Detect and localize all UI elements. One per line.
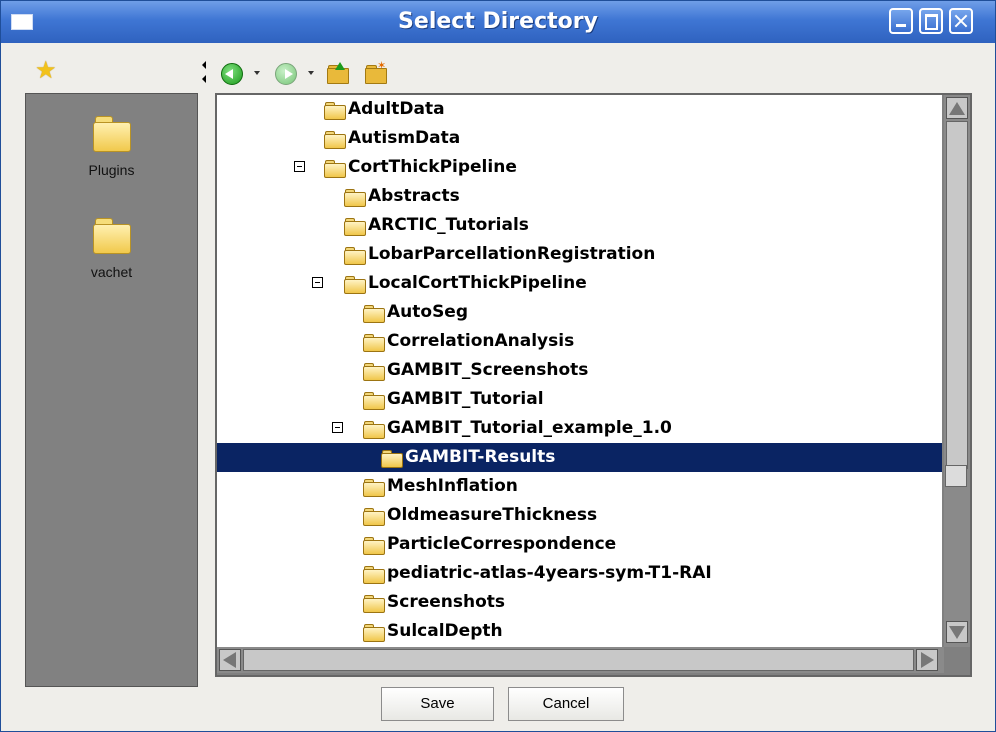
bookmark-vachet[interactable]: vachet <box>26 218 197 280</box>
tree-row-label: LocalCortThickPipeline <box>368 273 587 293</box>
folder-icon <box>363 566 385 584</box>
tree-row[interactable]: GAMBIT_Tutorial <box>217 385 942 414</box>
tree-row-label: SulcalDepth <box>387 621 503 641</box>
folder-icon <box>381 450 403 468</box>
tree-row-label: OldmeasureThickness <box>387 505 598 525</box>
scroll-up-arrow-icon[interactable] <box>946 97 968 119</box>
tree-row[interactable]: SulcalDepth <box>217 617 942 646</box>
minimize-button[interactable] <box>889 8 913 34</box>
tree-row-label: pediatric-atlas-4years-sym-T1-RAI <box>387 563 712 583</box>
tree-row-label: AutoSeg <box>387 302 469 322</box>
tree-row-label: GAMBIT-Results <box>405 447 556 467</box>
tree-row[interactable]: AutoSeg <box>217 298 942 327</box>
tree-row-label: GAMBIT_Tutorial_example_1.0 <box>387 418 672 438</box>
tree-row-label: GAMBIT_Tutorial <box>387 389 544 409</box>
folder-icon <box>344 189 366 207</box>
bookmark-label: Plugins <box>88 162 135 178</box>
bookmark-label: vachet <box>90 264 133 280</box>
tree-row-label: LobarParcellationRegistration <box>368 244 656 264</box>
tree-row[interactable]: pediatric-atlas-4years-sym-T1-RAI <box>217 559 942 588</box>
tree-row[interactable]: LobarParcellationRegistration <box>217 240 942 269</box>
vertical-scrollbar[interactable] <box>944 95 970 647</box>
horizontal-scrollbar[interactable] <box>217 647 944 673</box>
maximize-button[interactable] <box>919 8 943 34</box>
title-bar[interactable]: Select Directory <box>1 1 995 43</box>
select-directory-dialog: Select Directory ★ ✶ Plugins vachet Adul… <box>0 0 996 732</box>
folder-icon <box>363 305 385 323</box>
tree-row-label: AutismData <box>348 128 461 148</box>
directory-tree-view: AdultData AutismData CortThickPipeline Abst… <box>215 93 972 677</box>
forward-history-dropdown-icon[interactable] <box>308 71 314 75</box>
tree-row-label: ParticleCorrespondence <box>387 534 617 554</box>
close-button[interactable] <box>949 8 973 34</box>
new-folder-icon[interactable]: ✶ <box>365 61 387 84</box>
tree-row[interactable]: Abstracts <box>217 182 942 211</box>
collapse-toggle-icon[interactable] <box>312 277 323 288</box>
tree-list: AdultData AutismData CortThickPipeline Abst… <box>217 95 942 647</box>
folder-icon <box>363 624 385 642</box>
tree-row[interactable]: MeshInflation <box>217 472 942 501</box>
bookmark-plugins[interactable]: Plugins <box>26 116 197 178</box>
folder-icon <box>363 392 385 410</box>
scroll-down-arrow-icon[interactable] <box>946 621 968 643</box>
folder-icon <box>363 595 385 613</box>
tree-row[interactable]: GAMBIT_Tutorial_example_1.0 <box>217 414 942 443</box>
tree-row-label: Abstracts <box>368 186 460 206</box>
tree-row[interactable]: AdultData <box>217 95 942 124</box>
tree-row-label: Screenshots <box>387 592 506 612</box>
window-title: Select Directory <box>398 9 598 34</box>
folder-icon <box>324 102 346 120</box>
star-icon[interactable]: ★ <box>35 59 57 83</box>
folder-icon <box>92 116 131 152</box>
forward-arrow-icon[interactable] <box>275 63 297 85</box>
folder-icon <box>344 218 366 236</box>
scroll-left-arrow-icon[interactable] <box>219 649 241 671</box>
cancel-button[interactable]: Cancel <box>508 687 624 721</box>
tree-row[interactable]: OldmeasureThickness <box>217 501 942 530</box>
collapse-toggle-icon[interactable] <box>294 161 305 172</box>
folder-icon <box>344 247 366 265</box>
folder-icon <box>363 363 385 381</box>
bookmarks-panel: Plugins vachet <box>25 93 198 687</box>
folder-icon <box>92 218 131 254</box>
tree-row-label: AdultData <box>348 99 445 119</box>
tree-row[interactable]: CorrelationAnalysis <box>217 327 942 356</box>
folder-icon <box>324 160 346 178</box>
folder-icon <box>363 508 385 526</box>
back-arrow-icon[interactable] <box>221 63 243 85</box>
tree-row[interactable]: ARCTIC_Tutorials <box>217 211 942 240</box>
tree-row[interactable]: Screenshots <box>217 588 942 617</box>
folder-up-icon[interactable] <box>327 62 349 84</box>
vertical-scroll-thumb-end[interactable] <box>945 465 967 487</box>
panel-splitter[interactable] <box>206 93 212 685</box>
tree-row[interactable]: GAMBIT-Results <box>217 443 942 472</box>
folder-icon <box>363 537 385 555</box>
tree-row[interactable]: ParticleCorrespondence <box>217 530 942 559</box>
back-history-dropdown-icon[interactable] <box>254 71 260 75</box>
horizontal-scroll-thumb[interactable] <box>243 649 914 671</box>
splitter-collapse-icon[interactable] <box>202 61 208 83</box>
folder-icon <box>363 334 385 352</box>
tree-row[interactable]: CortThickPipeline <box>217 153 942 182</box>
tree-row-label: CortThickPipeline <box>348 157 517 177</box>
tree-row[interactable]: LocalCortThickPipeline <box>217 269 942 298</box>
folder-icon <box>363 421 385 439</box>
collapse-toggle-icon[interactable] <box>332 422 343 433</box>
folder-icon <box>363 479 385 497</box>
folder-icon <box>324 131 346 149</box>
tree-row-label: ARCTIC_Tutorials <box>368 215 529 235</box>
tree-row[interactable]: AutismData <box>217 124 942 153</box>
vertical-scroll-thumb[interactable] <box>946 121 968 469</box>
scrollbar-corner <box>944 647 970 673</box>
tree-row-label: CorrelationAnalysis <box>387 331 575 351</box>
save-button[interactable]: Save <box>381 687 494 721</box>
tree-row[interactable]: GAMBIT_Screenshots <box>217 356 942 385</box>
scroll-right-arrow-icon[interactable] <box>916 649 938 671</box>
tree-row-label: MeshInflation <box>387 476 518 496</box>
tree-row-label: GAMBIT_Screenshots <box>387 360 589 380</box>
folder-icon <box>344 276 366 294</box>
